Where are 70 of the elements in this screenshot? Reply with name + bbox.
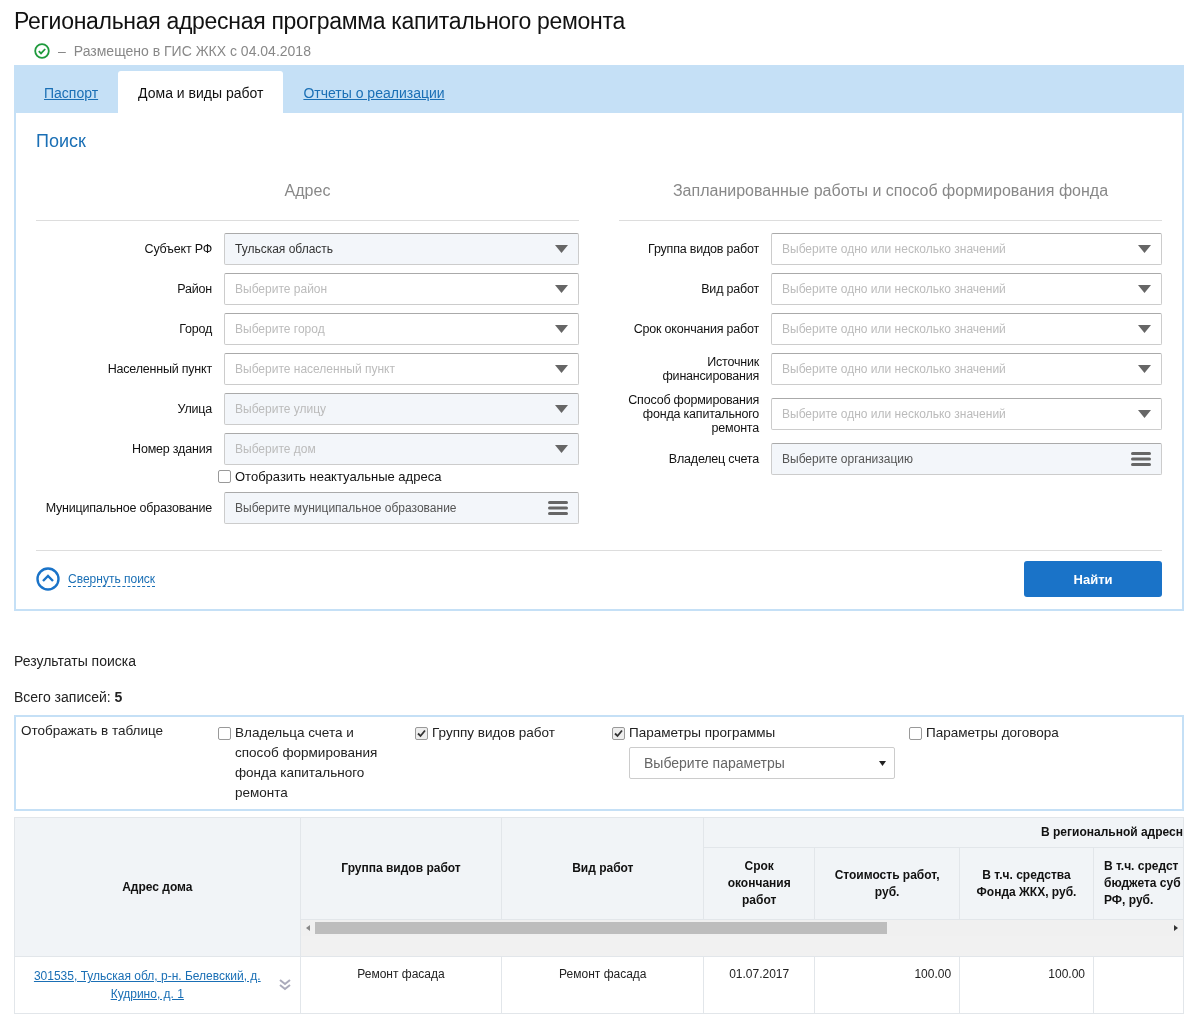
caret-icon bbox=[1138, 285, 1151, 293]
checkbox[interactable] bbox=[218, 470, 231, 483]
caret-icon bbox=[555, 325, 568, 333]
field-label: Район bbox=[176, 282, 212, 296]
column-header: Адрес дома bbox=[14, 817, 301, 957]
collapse-icon[interactable] bbox=[36, 567, 60, 591]
column-header: Вид работ bbox=[501, 817, 704, 920]
field-label: Населенный пункт bbox=[106, 362, 212, 376]
menu-icon bbox=[548, 501, 568, 515]
caret-icon bbox=[555, 445, 568, 453]
checkbox-label: Отобразить неактуальные адреса bbox=[235, 469, 442, 484]
options-label: Отображать в таблице bbox=[21, 723, 165, 740]
section-heading: Адрес bbox=[36, 182, 579, 221]
checkbox[interactable] bbox=[612, 727, 625, 740]
field-label: Муниципальное образование bbox=[44, 501, 212, 515]
table-cell: 100.00 bbox=[814, 956, 960, 1014]
group-header: В региональной адресн bbox=[703, 817, 1184, 848]
lookup-field[interactable]: Выберите муниципальное образование bbox=[224, 492, 579, 524]
page-title: Региональная адресная программа капитального ремонта bbox=[14, 8, 627, 35]
caret-icon bbox=[1138, 325, 1151, 333]
table-cell: 01.07.2017 bbox=[703, 956, 815, 1014]
table-cell: 100.00 bbox=[959, 956, 1094, 1014]
column-header: В т.ч. средст бюджета суб РФ, руб. bbox=[1093, 847, 1184, 920]
column-header: Стоимость работ, руб. bbox=[814, 847, 960, 920]
checkbox-label: Параметры программы bbox=[629, 724, 777, 742]
table-cell: Ремонт фасада bbox=[501, 956, 704, 1014]
parameters-dropdown[interactable]: Выберите параметры bbox=[629, 747, 895, 779]
checkbox[interactable] bbox=[415, 727, 428, 740]
column-header: Срок окончания работ bbox=[703, 847, 815, 920]
field-label: Субъект РФ bbox=[143, 242, 212, 256]
column-header: Группа видов работ bbox=[300, 817, 502, 920]
collapse-link[interactable]: Свернуть поиск bbox=[68, 571, 156, 587]
caret-icon bbox=[1138, 410, 1151, 418]
checkbox[interactable] bbox=[218, 727, 231, 740]
tab[interactable]: Паспорт bbox=[24, 71, 119, 113]
field-label: Номер здания bbox=[131, 442, 212, 456]
caret-icon bbox=[879, 760, 886, 766]
field-label: Источник финансирования bbox=[661, 355, 759, 383]
tab[interactable]: Дома и виды работ bbox=[118, 71, 284, 113]
checkbox[interactable] bbox=[909, 727, 922, 740]
section-heading: Запланированные работы и способ формирования фонда bbox=[619, 182, 1162, 221]
caret-icon bbox=[555, 285, 568, 293]
column-header: В т.ч. средства Фонда ЖКХ, руб. bbox=[959, 847, 1094, 920]
field-label: Способ формирования фонда капитального ремонта bbox=[627, 393, 759, 435]
caret-icon bbox=[1138, 245, 1151, 253]
check-circle-icon bbox=[34, 43, 50, 59]
status-text: Размещено в ГИС ЖКХ с 04.04.2018 bbox=[73, 43, 311, 59]
field-label: Группа видов работ bbox=[647, 242, 759, 256]
caret-icon bbox=[1138, 365, 1151, 373]
field-label: Город bbox=[178, 322, 212, 336]
caret-icon bbox=[555, 405, 568, 413]
total-count: Всего записей: 5 bbox=[14, 689, 124, 705]
dash: – bbox=[58, 43, 66, 59]
lookup-field[interactable]: Выберите организацию bbox=[771, 443, 1162, 475]
field-label: Владелец счета bbox=[667, 452, 759, 466]
caret-icon bbox=[555, 365, 568, 373]
results-title: Результаты поиска bbox=[14, 653, 138, 669]
tab[interactable]: Отчеты о реализации bbox=[283, 71, 465, 113]
find-button[interactable]: Найти bbox=[1024, 561, 1162, 597]
table-cell: Ремонт фасада bbox=[300, 956, 502, 1014]
checkbox-label: Владельца счета и способ формирования фонда капитального ремонта bbox=[235, 724, 379, 802]
checkbox-label: Группу видов работ bbox=[432, 724, 555, 742]
menu-icon bbox=[1131, 452, 1151, 466]
field-label: Вид работ bbox=[700, 282, 759, 296]
field-label: Улица bbox=[176, 402, 212, 416]
field-label: Срок окончания работ bbox=[632, 322, 759, 336]
double-chevron-icon[interactable] bbox=[277, 978, 292, 992]
caret-icon bbox=[555, 245, 568, 253]
search-title: Поиск bbox=[36, 131, 87, 152]
checkbox-label: Параметры договора bbox=[926, 724, 1059, 742]
